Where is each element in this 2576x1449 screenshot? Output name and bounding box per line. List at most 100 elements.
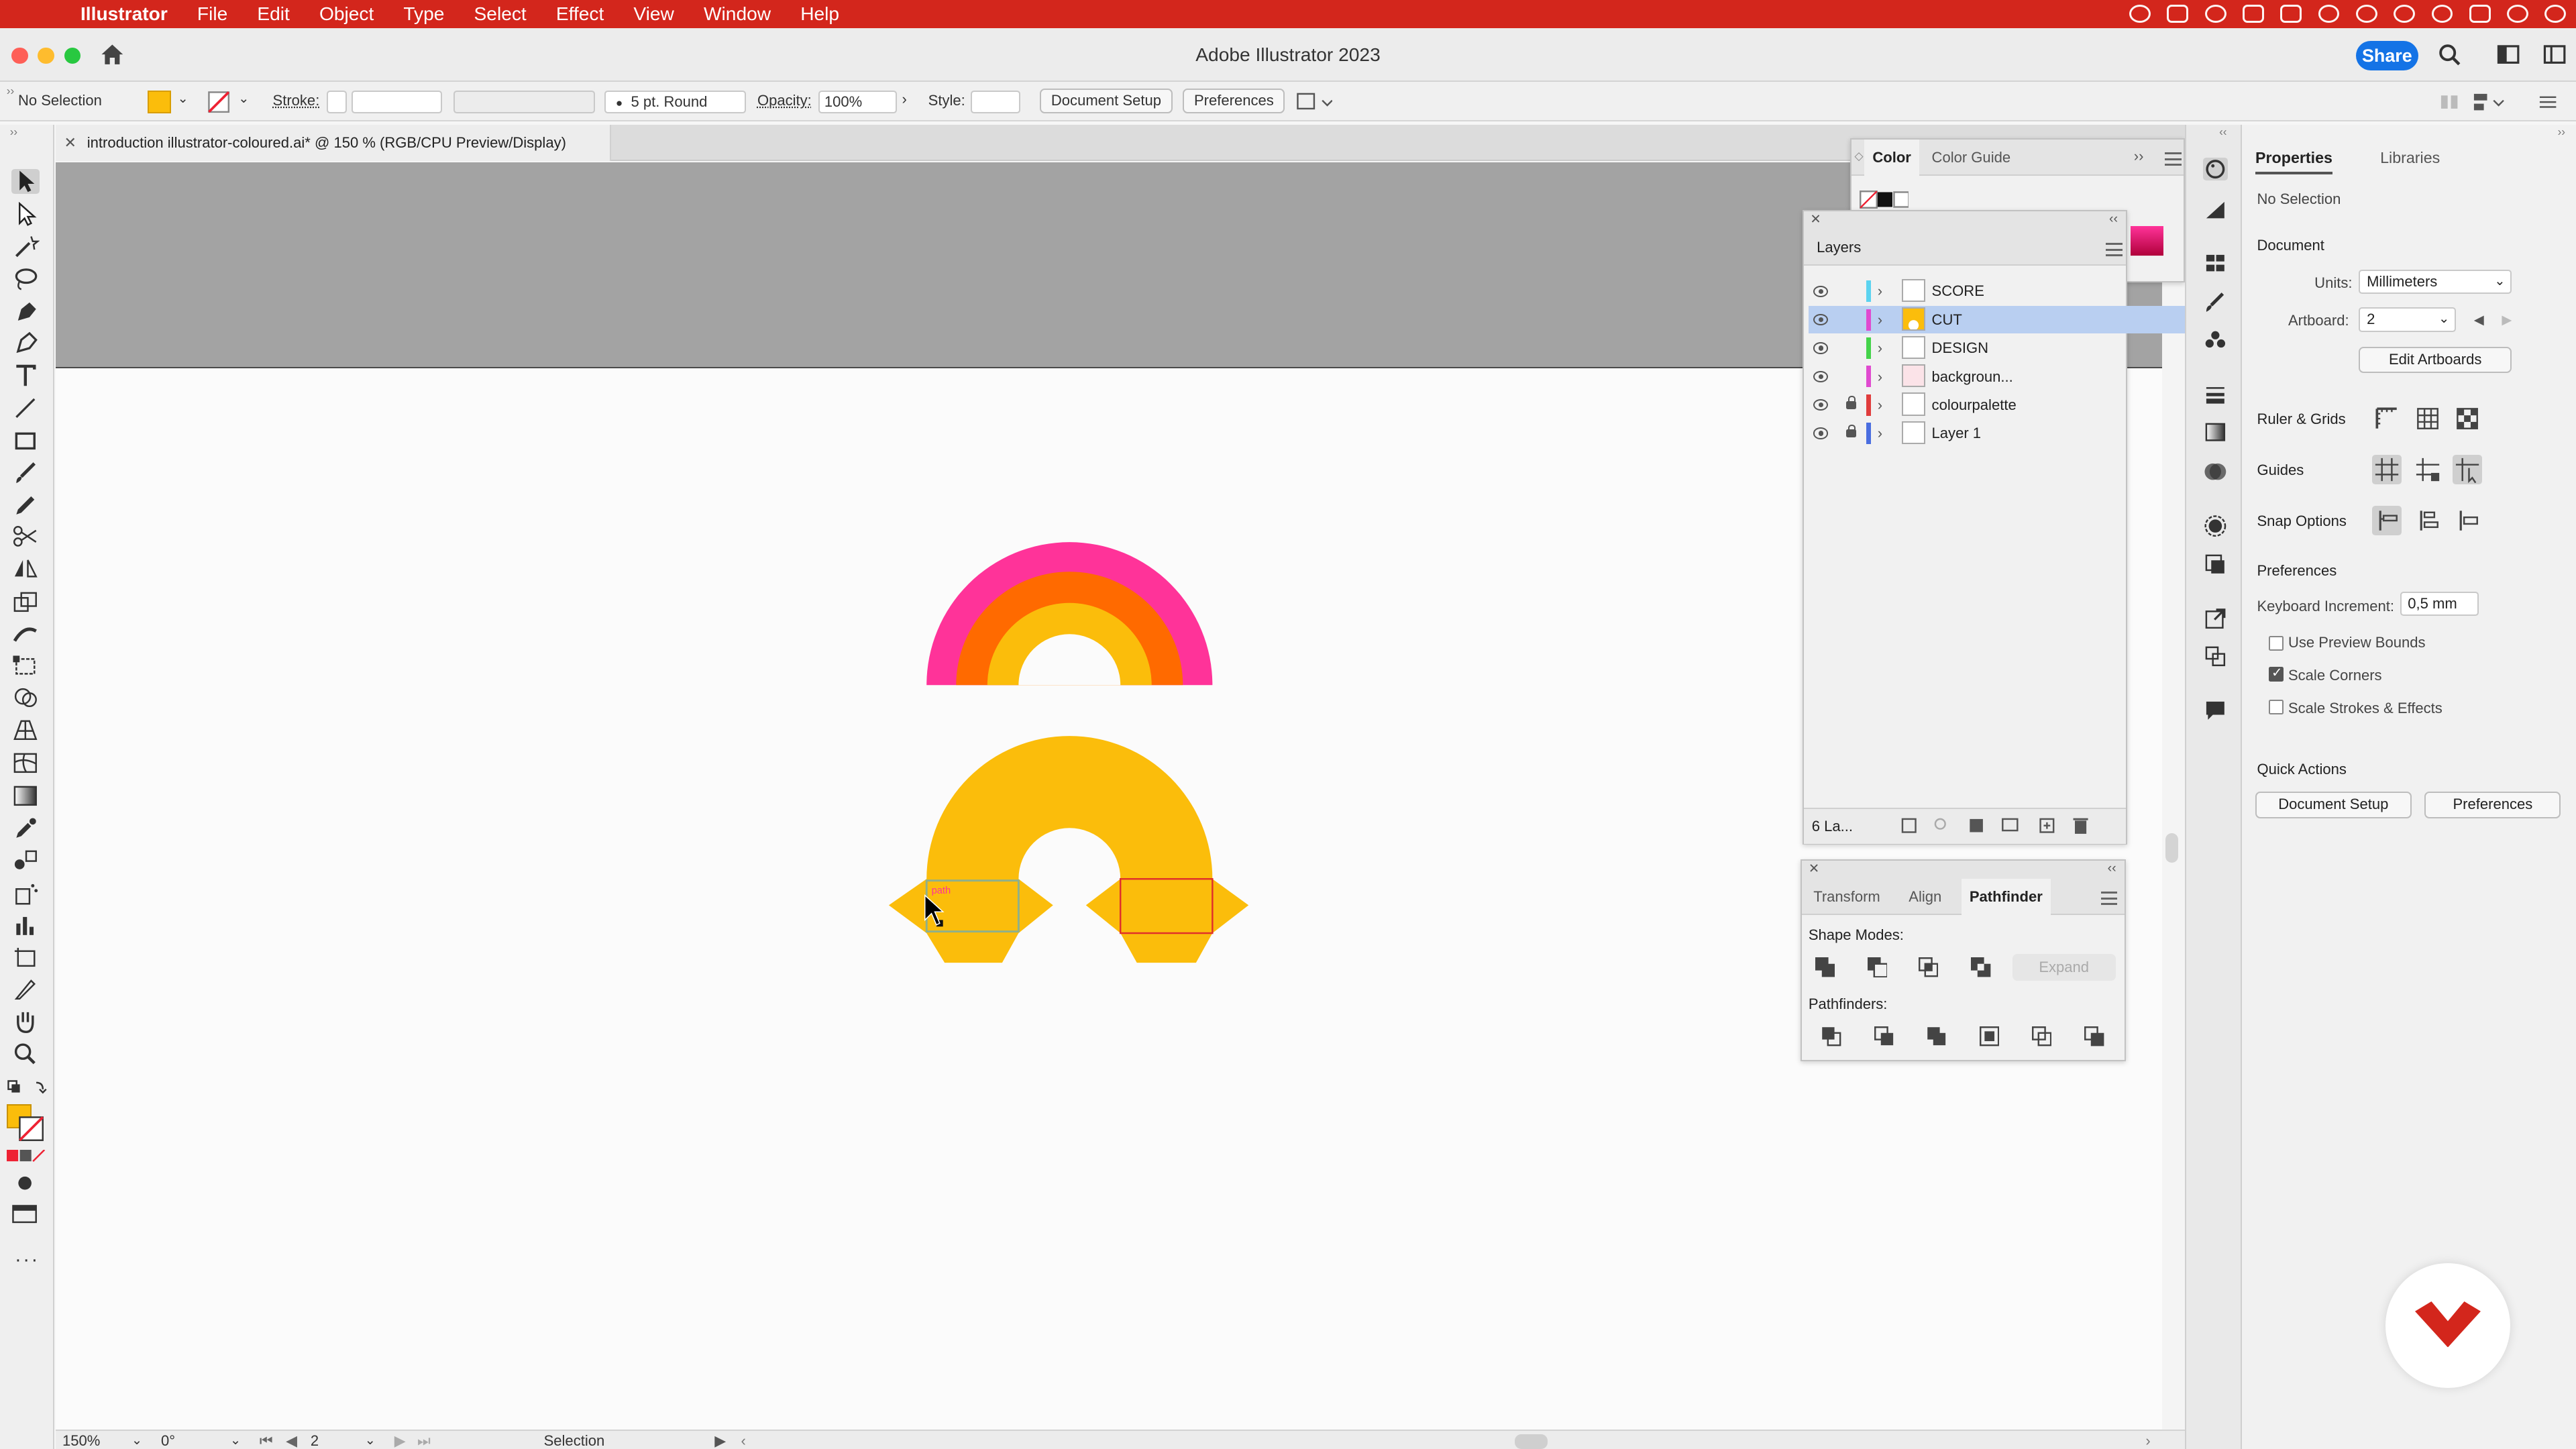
preferences-button[interactable]: Preferences [1183,89,1285,113]
expand-layer-chevron-icon[interactable]: › [1878,306,1882,334]
visibility-eye-icon[interactable] [1813,314,1829,326]
quick-preferences-button[interactable]: Preferences [2424,792,2561,818]
snap-to-grid-icon[interactable] [2413,506,2443,535]
visibility-eye-icon[interactable] [1813,399,1829,411]
properties-collapse-icon[interactable]: ›› [2558,125,2565,139]
rectangle-tool[interactable] [11,429,40,453]
layers-menu-icon[interactable] [2106,242,2123,256]
panel-toggle-icon[interactable] [2543,43,2566,66]
expand-layer-chevron-icon[interactable]: › [1878,391,1882,419]
pen-tool[interactable] [11,299,40,324]
headphones-icon[interactable] [2318,5,2340,23]
menu-help[interactable]: Help [786,0,854,28]
smart-guides-icon[interactable] [2452,455,2482,485]
opacity-label[interactable]: Opacity: [757,92,812,109]
menu-edit[interactable]: Edit [242,0,305,28]
stroke-swatch[interactable] [207,91,230,113]
color-spectrum[interactable] [2130,226,2163,256]
transparency-dock-icon[interactable] [2203,460,2228,483]
show-guides-icon[interactable] [2371,455,2402,485]
visibility-eye-icon[interactable] [1813,370,1829,382]
perspective-grid-tool[interactable] [11,718,40,743]
fill-dropdown-icon[interactable]: ⌄ [177,91,188,107]
next-artboard-button[interactable]: ▶ [2502,312,2512,328]
scale-tool[interactable] [11,590,40,614]
layers-collapse-icon[interactable]: ‹‹ [2109,211,2118,227]
minus-back-icon[interactable] [2084,1026,2104,1046]
vertical-scroll-thumb[interactable] [2165,833,2179,863]
outline-icon[interactable] [2031,1026,2052,1046]
paintbrush-tool[interactable] [11,460,40,485]
fill-swatch[interactable] [148,90,171,113]
trim-icon[interactable] [1874,1026,1894,1046]
tab-properties[interactable]: Properties [2255,142,2332,174]
stroke-label[interactable]: Stroke: [273,92,320,109]
expand-layer-chevron-icon[interactable]: › [1878,419,1882,447]
color-panel-collapse-icon[interactable]: ◇ [1854,149,1863,163]
layer-name[interactable]: SCORE [1932,277,1984,305]
swatches-dock-icon[interactable] [2203,252,2228,274]
layers-footer-icons[interactable] [1899,816,2112,835]
snap-to-pixel-icon[interactable] [2453,506,2482,535]
stroke-dropdown-icon[interactable]: ⌄ [238,91,249,107]
variable-width-profile[interactable] [453,90,595,113]
bluetooth-icon[interactable] [2355,5,2377,23]
default-swap-colors-icon[interactable] [7,1079,50,1099]
color-mode-icon[interactable] [6,1150,46,1163]
selection-tool[interactable] [11,169,40,194]
stroke-weight-stepper[interactable] [327,90,347,113]
reflect-tool[interactable] [11,557,40,582]
quick-document-setup-button[interactable]: Document Setup [2255,792,2412,818]
draw-mode-icon[interactable] [13,1173,36,1193]
menu-file[interactable]: File [182,0,242,28]
intersect-icon[interactable] [1918,957,1939,977]
collapse-tools-icon[interactable]: ›› [10,125,17,139]
tab-libraries[interactable]: Libraries [2380,142,2440,174]
menu-app[interactable]: Illustrator [66,0,182,28]
artboard-dropdown[interactable]: 2 ⌄ [2359,307,2456,332]
color-panel-expand-icon[interactable]: ›› [2134,148,2144,165]
scissors-tool[interactable] [11,524,40,549]
tab-align[interactable]: Align [1900,879,1949,915]
tab-transform[interactable]: Transform [1805,879,1888,915]
screen-mode-icon[interactable] [11,1204,38,1224]
merge-icon[interactable] [1927,1026,1946,1046]
tab-color-guide[interactable]: Color Guide [1923,140,2019,176]
hand-tool[interactable] [11,1009,40,1034]
wifi-icon[interactable] [2394,5,2416,23]
tab-color[interactable]: Color [1864,139,1920,176]
scale-corners-checkbox[interactable] [2268,665,2284,682]
graphic-styles-dock-icon[interactable] [2203,552,2228,575]
layer-name[interactable]: DESIGN [1932,334,1988,362]
tab-pathfinder[interactable]: Pathfinder [1961,878,2051,915]
direct-selection-tool[interactable] [11,201,40,227]
scroll-right-icon[interactable]: › [2145,1431,2150,1449]
minus-front-icon[interactable] [1868,957,1888,977]
symbols-dock-icon[interactable] [2203,329,2228,352]
expand-button[interactable]: Expand [2012,954,2116,981]
menu-effect[interactable]: Effect [541,0,619,28]
artboard-tool[interactable] [11,945,40,969]
search-icon[interactable] [2438,43,2461,66]
rotation-dropdown-icon[interactable]: ⌄ [230,1431,241,1449]
workspace-switcher-icon[interactable] [2497,43,2520,66]
color-panel-menu-icon[interactable] [2165,152,2182,166]
visibility-eye-icon[interactable] [1813,285,1829,297]
free-transform-tool[interactable] [11,654,40,679]
rotation-angle[interactable]: 0° [161,1431,175,1449]
transparency-grid-icon[interactable] [2453,404,2482,433]
artboard-dropdown-icon[interactable]: ⌄ [365,1431,376,1449]
pathfinder-close-icon[interactable]: ✕ [1809,861,1819,877]
graphic-style-dropdown[interactable] [971,90,1020,113]
type-tool[interactable] [11,363,40,388]
transform-options-icon[interactable] [2471,91,2507,113]
exclude-icon[interactable] [1971,957,1991,977]
horizontal-scroll-thumb[interactable] [1514,1434,1548,1449]
mesh-tool[interactable] [11,751,40,775]
appearance-dock-icon[interactable] [2203,515,2228,537]
brushes-dock-icon[interactable] [2203,290,2228,313]
gradient-dock-icon[interactable] [2203,421,2228,443]
eyedropper-tool[interactable] [11,816,40,841]
artboards-dock-icon[interactable] [2203,644,2228,667]
tab-layers[interactable]: Layers [1809,229,1870,266]
